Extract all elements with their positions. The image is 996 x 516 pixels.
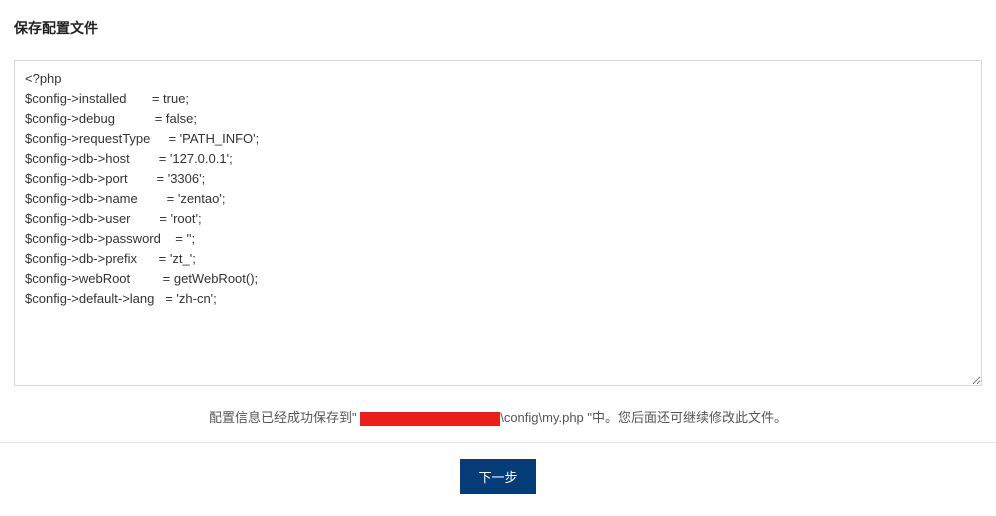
page-title: 保存配置文件 — [0, 0, 996, 50]
button-row: 下一步 — [0, 443, 996, 494]
status-prefix: 配置信息已经成功保存到" — [209, 410, 360, 425]
content-container: 配置信息已经成功保存到" \config\my.php "中。您后面还可继续修改… — [14, 60, 982, 432]
status-message: 配置信息已经成功保存到" \config\my.php "中。您后面还可继续修改… — [14, 391, 982, 432]
config-textarea[interactable] — [14, 60, 982, 386]
redacted-path — [360, 412, 500, 426]
next-button[interactable]: 下一步 — [460, 459, 535, 494]
status-path-tail: \config\my.php "中。您后面还可继续修改此文件。 — [500, 410, 787, 425]
